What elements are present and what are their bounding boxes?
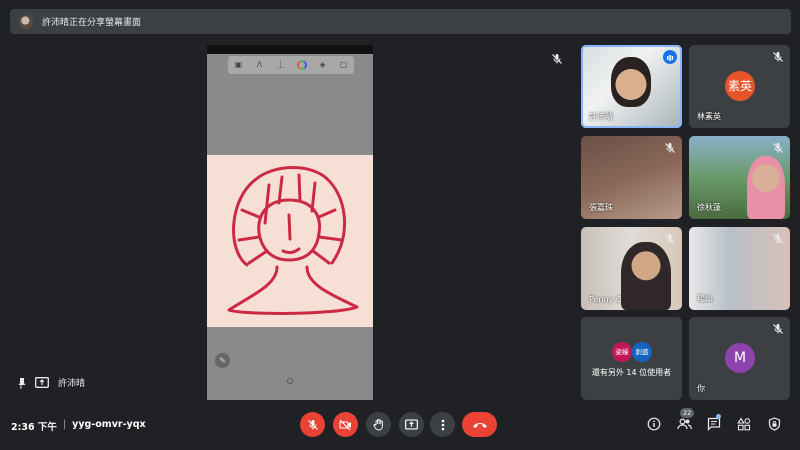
- camera-off-icon: [339, 419, 351, 430]
- participant-name: 張嘉珠: [589, 203, 613, 212]
- leave-call-button[interactable]: [462, 412, 497, 437]
- home-indicator: [287, 378, 293, 384]
- participant-name: 林素英: [697, 112, 721, 121]
- mic-off-icon: [307, 419, 318, 430]
- mic-off-icon: [665, 143, 675, 153]
- chat-icon: [707, 417, 721, 431]
- presenter-avatar: [19, 14, 33, 29]
- participant-avatar: 姿嫚: [612, 342, 632, 362]
- mic-toggle-button[interactable]: [300, 412, 325, 437]
- presenter-label: 許沛晴: [16, 376, 85, 389]
- participant-name: 徐秋蓮: [697, 203, 721, 212]
- participant-avatar: 創盛: [632, 342, 652, 362]
- participant-video: [611, 57, 651, 107]
- end-call-icon: [472, 422, 487, 428]
- shared-screen[interactable]: ▣ ᐱ ⏊ ◈ ▢ ✎: [207, 45, 373, 400]
- present-now-button[interactable]: [399, 412, 424, 437]
- pencil-button[interactable]: ✎: [215, 353, 230, 368]
- people-icon: [676, 418, 692, 430]
- meeting-separator: |: [62, 419, 67, 430]
- ruler-icon: ⏊: [276, 60, 285, 69]
- people-count-badge: 22: [680, 408, 695, 418]
- participant-avatar: 素英: [725, 71, 755, 101]
- pin-icon[interactable]: [16, 377, 26, 389]
- drawing-canvas: [207, 155, 373, 327]
- meeting-details: 2:36 下午 | yyg-omvr-yqx: [11, 419, 146, 433]
- drawing-toolbar: ▣ ᐱ ⏊ ◈ ▢: [228, 56, 354, 74]
- participant-tile[interactable]: 素英 林素英: [689, 45, 790, 128]
- meeting-code: yyg-omvr-yqx: [72, 419, 146, 430]
- activities-icon: [737, 417, 751, 431]
- info-icon: [647, 417, 661, 431]
- host-controls-button[interactable]: [765, 415, 783, 433]
- more-participants-avatars: 姿嫚 創盛: [612, 342, 652, 362]
- shield-lock-icon: [768, 417, 780, 431]
- participant-name: 楊山: [697, 294, 713, 303]
- activities-button[interactable]: [735, 415, 753, 433]
- participant-video: [747, 156, 785, 219]
- brush-icon: ᐱ: [256, 60, 263, 69]
- mic-off-icon: [773, 324, 783, 334]
- canvas-icon: ▢: [339, 60, 348, 69]
- layers-icon: ◈: [319, 60, 326, 69]
- self-name: 你: [697, 384, 705, 393]
- raise-hand-button[interactable]: [366, 412, 391, 437]
- participant-video: [621, 242, 671, 310]
- self-avatar: M: [725, 343, 755, 373]
- presentation-banner: 許沛晴正在分享螢幕畫面: [10, 9, 791, 34]
- hand-icon: [372, 418, 383, 431]
- participant-tile[interactable]: 徐秋蓮: [689, 136, 790, 219]
- participant-name: 許沛晴: [589, 112, 613, 121]
- participant-name: Penny C: [589, 295, 622, 304]
- mic-off-icon: [773, 52, 783, 62]
- more-participants-label: 還有另外 14 位使用者: [591, 368, 672, 377]
- mic-off-icon: [552, 54, 562, 64]
- speaking-indicator-icon: [663, 50, 677, 64]
- presenter-name: 許沛晴: [58, 379, 86, 389]
- more-vert-icon: [441, 419, 444, 430]
- mic-off-icon: [665, 234, 675, 244]
- self-tile[interactable]: M 你: [689, 317, 790, 400]
- presentation-banner-text: 許沛晴正在分享螢幕畫面: [42, 18, 142, 28]
- control-bar: 2:36 下午 | yyg-omvr-yqx 22: [0, 405, 800, 445]
- mic-off-icon: [773, 234, 783, 244]
- participant-tile[interactable]: 張嘉珠: [581, 136, 682, 219]
- more-participants-tile[interactable]: 姿嫚 創盛 還有另外 14 位使用者: [581, 317, 682, 400]
- present-screen-icon: [35, 377, 49, 388]
- participant-tile[interactable]: Penny C: [581, 227, 682, 310]
- mic-off-icon: [773, 143, 783, 153]
- camera-icon: ▣: [234, 60, 243, 69]
- participant-tile[interactable]: 楊山: [689, 227, 790, 310]
- chat-notification-dot: [716, 414, 721, 419]
- present-screen-icon: [405, 419, 418, 430]
- participant-tile[interactable]: 許沛晴: [581, 45, 682, 128]
- meeting-details-button[interactable]: [645, 415, 663, 433]
- more-options-button[interactable]: [430, 412, 455, 437]
- color-wheel-icon: [296, 60, 307, 70]
- meeting-time: 2:36 下午: [11, 422, 57, 433]
- shared-screen-statusbar: [207, 45, 373, 54]
- camera-toggle-button[interactable]: [333, 412, 358, 437]
- drawing-figure: [227, 166, 359, 315]
